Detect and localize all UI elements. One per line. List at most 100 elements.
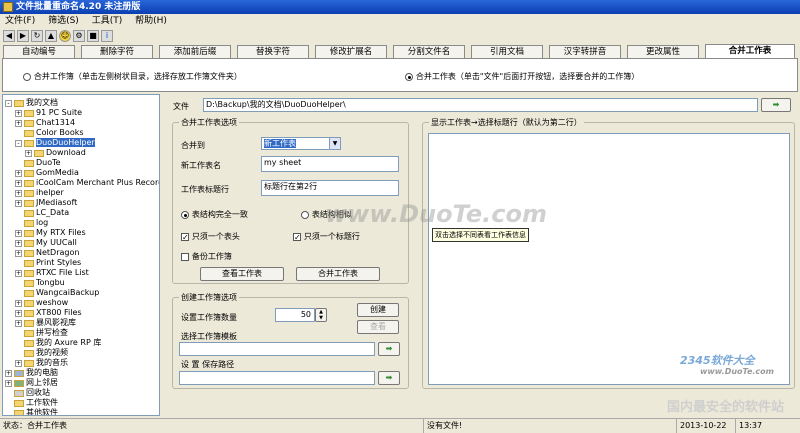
tree-node[interactable]: Print Styles <box>15 258 81 267</box>
expand-icon[interactable]: + <box>15 229 22 237</box>
expand-icon[interactable]: + <box>15 309 22 317</box>
header-row-input[interactable]: 标题行在第2行 <box>261 180 399 196</box>
tree-node[interactable]: + My RTX Files <box>15 228 86 237</box>
merge-sheet-button[interactable]: 合并工作表 <box>296 267 380 281</box>
info-icon[interactable]: i <box>101 30 113 42</box>
new-sheet-name-input[interactable]: my sheet <box>261 156 399 172</box>
tab-delete-chars[interactable]: 删除字符 <box>81 45 153 58</box>
expand-icon[interactable] <box>15 350 22 357</box>
expand-icon[interactable]: + <box>15 319 22 327</box>
structure-same-option[interactable]: 表结构完全一致 <box>181 209 248 220</box>
tab-split-filename[interactable]: 分割文件名 <box>393 45 465 58</box>
open-file-button[interactable]: ➡ <box>761 98 791 112</box>
menu-tools[interactable]: 工具(T) <box>87 14 128 28</box>
expand-icon[interactable] <box>15 280 22 287</box>
tree-node[interactable]: + 我的电脑 <box>5 368 58 377</box>
tab-auto-number[interactable]: 自动编号 <box>3 45 75 58</box>
expand-icon[interactable]: + <box>25 149 32 157</box>
tree-node[interactable]: + GomMedia <box>15 168 79 177</box>
expand-icon[interactable] <box>15 210 22 217</box>
tree-node[interactable]: + 网上邻居 <box>5 378 58 387</box>
tab-pinyin[interactable]: 汉字转拼音 <box>549 45 621 58</box>
expand-icon[interactable]: + <box>5 369 12 377</box>
one-title-checkbox[interactable]: ✓ 只须一个标题行 <box>293 231 360 242</box>
settings-icon[interactable]: ⚙ <box>73 30 85 42</box>
expand-icon[interactable]: + <box>5 379 12 387</box>
tree-node[interactable]: 其他软件 <box>5 408 58 416</box>
save-path-input[interactable] <box>179 371 375 385</box>
expand-icon[interactable]: + <box>15 359 22 367</box>
expand-icon[interactable]: + <box>15 189 22 197</box>
collapse-icon[interactable]: - <box>5 99 12 107</box>
view-sheet-button[interactable]: 查看工作表 <box>200 267 284 281</box>
tree-node[interactable]: + JMediasoft <box>15 198 77 207</box>
up-icon[interactable]: ▲ <box>45 30 57 42</box>
tree-node[interactable]: LC_Data <box>15 208 69 217</box>
merge-to-select[interactable]: 新工作表 ▼ <box>261 137 341 150</box>
mode-workbook-option[interactable]: 合并工作簿（单击左侧树状目录，选择存放工作簿文件夹） <box>23 71 242 82</box>
tab-reference-doc[interactable]: 引用文档 <box>471 45 543 58</box>
expand-icon[interactable] <box>15 160 22 167</box>
expand-icon[interactable]: + <box>15 239 22 247</box>
tree-node[interactable]: log <box>15 218 48 227</box>
tab-add-prefix-suffix[interactable]: 添加前后缀 <box>159 45 231 58</box>
expand-icon[interactable] <box>15 220 22 227</box>
expand-icon[interactable] <box>15 330 22 337</box>
tree-node[interactable]: + XT800 Files <box>15 308 82 317</box>
lock-icon[interactable]: ■ <box>87 30 99 42</box>
tab-change-attributes[interactable]: 更改属性 <box>627 45 699 58</box>
expand-icon[interactable] <box>15 340 22 347</box>
tree-node[interactable]: +91 PC Suite <box>15 108 82 117</box>
tree-node[interactable]: - DuoDuoHelper <box>15 138 95 147</box>
refresh-icon[interactable]: ↻ <box>31 30 43 42</box>
save-path-browse-button[interactable]: ➡ <box>378 371 400 385</box>
expand-icon[interactable] <box>5 400 12 407</box>
chevron-down-icon[interactable]: ▼ <box>329 138 340 149</box>
expand-icon[interactable]: + <box>15 179 22 187</box>
tree-node[interactable]: + ihelper <box>15 188 64 197</box>
menu-filter[interactable]: 筛选(S) <box>43 14 84 28</box>
mode-sheet-option[interactable]: 合并工作表（单击"文件"后面打开按钮，选择要合并的工作簿） <box>405 71 639 82</box>
expand-icon[interactable] <box>15 260 22 267</box>
create-button[interactable]: 创建 <box>357 303 399 317</box>
menu-file[interactable]: 文件(F) <box>0 14 40 28</box>
tab-merge-sheets[interactable]: 合并工作表 <box>705 44 795 59</box>
sheet-preview-pane[interactable]: 双击选择不同表看工作表信息 <box>428 133 790 385</box>
expand-icon[interactable]: + <box>15 119 22 127</box>
tree-node[interactable]: 回收站 <box>5 388 50 397</box>
tree-node[interactable]: + weshow <box>15 298 68 307</box>
expand-icon[interactable] <box>15 130 22 137</box>
tab-replace-chars[interactable]: 替换字符 <box>237 45 309 58</box>
tree-node[interactable]: 我的 Axure RP 库 <box>15 338 101 347</box>
expand-icon[interactable] <box>5 410 12 416</box>
tree-node[interactable]: + My UUCall <box>15 238 77 247</box>
folder-tree[interactable]: - 我的文档 +91 PC Suite + Chat1314 Color Books - Du… <box>2 94 160 416</box>
expand-icon[interactable]: + <box>15 269 22 277</box>
tree-node[interactable]: + 暴风影视库 <box>15 318 76 327</box>
one-header-checkbox[interactable]: ✓ 只须一个表头 <box>181 231 240 242</box>
expand-icon[interactable]: + <box>15 109 22 117</box>
expand-icon[interactable] <box>5 390 12 397</box>
count-stepper[interactable]: ▲ ▼ <box>315 308 327 322</box>
tree-node[interactable]: + Download <box>25 148 86 157</box>
workbook-count-input[interactable]: 50 <box>275 308 315 322</box>
forward-icon[interactable]: ▶ <box>17 30 29 42</box>
expand-icon[interactable] <box>15 290 22 297</box>
tree-node[interactable]: + iCoolCam Merchant Plus Records Fil <box>15 178 159 187</box>
tree-node[interactable]: - 我的文档 <box>5 98 58 107</box>
view-button[interactable]: 查看 <box>357 320 399 334</box>
expand-icon[interactable]: + <box>15 199 22 207</box>
tree-node[interactable]: DuoTe <box>15 158 61 167</box>
tree-node[interactable]: Color Books <box>15 128 84 137</box>
tab-change-extension[interactable]: 修改扩展名 <box>315 45 387 58</box>
tree-node[interactable]: 拼写检查 <box>15 328 68 337</box>
menu-help[interactable]: 帮助(H) <box>130 14 172 28</box>
template-browse-button[interactable]: ➡ <box>378 342 400 356</box>
tree-node[interactable]: 我的视频 <box>15 348 68 357</box>
tree-node[interactable]: + Chat1314 <box>15 118 75 127</box>
template-path-input[interactable] <box>179 342 375 356</box>
tree-node[interactable]: WangcaiBackup <box>15 288 99 297</box>
smiley-icon[interactable]: ☺ <box>59 30 71 42</box>
file-path-input[interactable]: D:\Backup\我的文档\DuoDuoHelper\ <box>203 98 758 112</box>
collapse-icon[interactable]: - <box>15 139 22 147</box>
